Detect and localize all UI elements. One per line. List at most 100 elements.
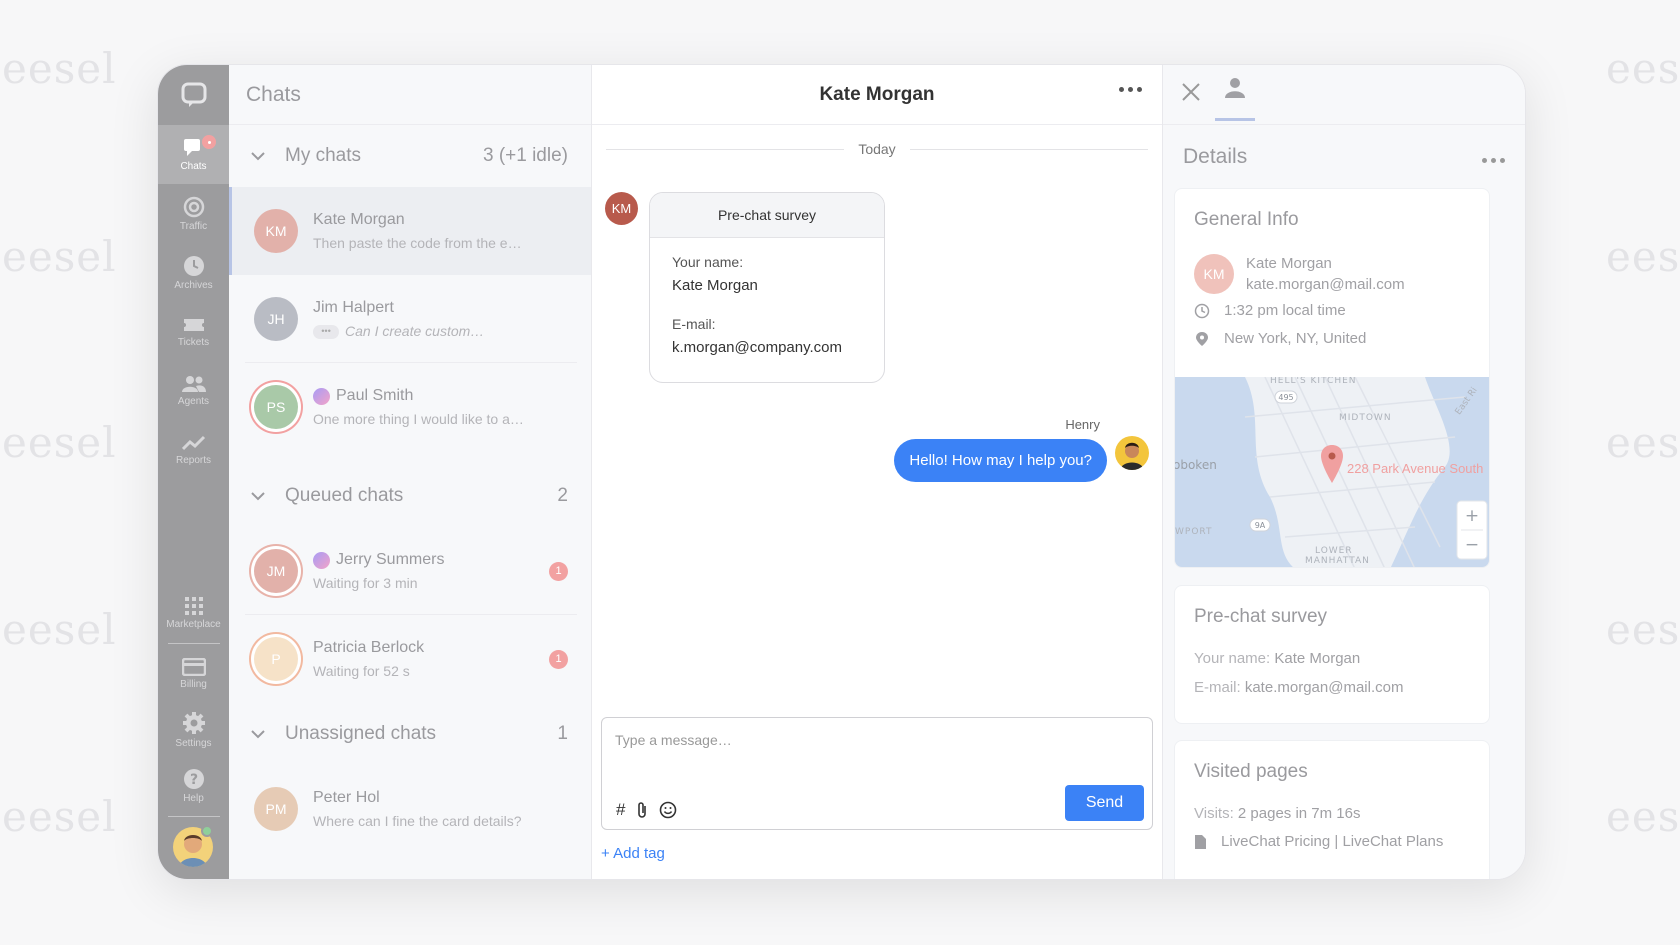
map-zoom-in-button[interactable]: + — [1465, 506, 1479, 526]
ticket-icon — [183, 318, 204, 331]
chat-preview: ••• Can I create custom… — [313, 323, 553, 340]
map-label: 9A — [1255, 521, 1266, 530]
avatar: P — [254, 637, 298, 681]
rail-item-traffic[interactable]: Traffic — [158, 184, 229, 243]
rail-item-archives[interactable]: Archives — [158, 243, 229, 302]
survey-email-value: k.morgan@company.com — [672, 339, 843, 356]
details-panel: Details General Info KM Kate Morgan kate… — [1163, 65, 1525, 879]
online-status-dot — [201, 825, 213, 837]
unread-badge: 1 — [549, 649, 568, 669]
field-value: Kate Morgan — [1274, 650, 1361, 667]
location-map[interactable]: HELL'S KITCHEN MIDTOWN oboken LOWER MANH… — [1175, 377, 1489, 567]
rail-label: Settings — [175, 738, 212, 749]
rail-item-tickets[interactable]: Tickets — [158, 302, 229, 361]
details-header — [1163, 65, 1525, 125]
chat-item-patricia-berlock[interactable]: P Patricia Berlock Waiting for 52 s 1 — [229, 615, 591, 703]
customer-avatar: KM — [1194, 254, 1234, 294]
map-pin-label: 228 Park Avenue South — [1347, 461, 1483, 476]
svg-text:?: ? — [189, 772, 197, 788]
general-info-card: General Info KM Kate Morgan kate.morgan@… — [1174, 188, 1490, 568]
clock-icon — [1194, 303, 1210, 318]
app-window: Chats Traffic Archives Tickets Agents Re… — [157, 64, 1526, 880]
rail-item-settings[interactable]: Settings — [158, 702, 229, 758]
more-options-icon[interactable] — [1119, 87, 1142, 92]
agents-icon — [181, 375, 206, 392]
customer-row: KM Kate Morgan kate.morgan@mail.com — [1175, 254, 1489, 294]
chat-item-peter-hol[interactable]: PM Peter Hol Where can I fine the card d… — [229, 765, 591, 853]
chat-preview: Then paste the code from the e… — [313, 235, 522, 251]
rail-item-billing[interactable]: Billing — [158, 646, 229, 702]
more-options-icon[interactable] — [1482, 158, 1505, 163]
local-time: 1:32 pm local time — [1224, 302, 1346, 319]
survey-name-label: Your name: — [672, 254, 744, 270]
map-zoom-out-button[interactable]: − — [1465, 535, 1479, 555]
hashtag-icon[interactable]: # — [616, 800, 625, 820]
clock-icon — [183, 255, 204, 276]
rail-label: Reports — [175, 454, 211, 466]
send-button[interactable]: Send — [1065, 785, 1144, 821]
field-value: 2 pages in 7m 16s — [1237, 805, 1361, 822]
field-value: kate.morgan@mail.com — [1244, 679, 1404, 696]
local-time-row: 1:32 pm local time — [1175, 302, 1489, 319]
agent-message-bubble: Hello! How may I help you? — [894, 439, 1107, 482]
prechat-email-row: E-mail: kate.morgan@mail.com — [1175, 679, 1489, 696]
rail-label: Agents — [177, 395, 210, 407]
avatar: PM — [254, 787, 298, 831]
chat-name: Kate Morgan — [313, 211, 405, 228]
card-title: Visited pages — [1194, 761, 1308, 782]
rail-item-reports[interactable]: Reports — [158, 420, 229, 479]
message-composer[interactable]: Type a message… # Send — [601, 717, 1153, 830]
chat-preview: Where can I fine the card details? — [313, 813, 522, 829]
rail-item-marketplace[interactable]: Marketplace — [158, 585, 229, 641]
section-my-chats[interactable]: My chats 3 (+1 idle) — [229, 125, 591, 187]
rail-divider — [167, 643, 220, 644]
chat-item-kate-morgan[interactable]: KM Kate Morgan Then paste the code from … — [229, 187, 591, 275]
notification-badge — [200, 133, 218, 151]
reports-icon — [181, 435, 205, 450]
livechat-logo[interactable] — [158, 65, 229, 125]
section-label: Unassigned chats — [285, 723, 437, 744]
emoji-icon[interactable] — [659, 801, 677, 819]
map-label: LOWER — [1315, 546, 1353, 556]
avatar: KM — [254, 209, 298, 253]
customer-name: Kate Morgan — [1246, 255, 1332, 272]
close-icon[interactable] — [1180, 81, 1202, 103]
tab-customer-details[interactable] — [1215, 76, 1255, 121]
chat-name: Jim Halpert — [313, 298, 394, 316]
customer-avatar: KM — [605, 192, 638, 225]
chat-item-jim-halpert[interactable]: JH Jim Halpert ••• Can I create custom… — [229, 275, 591, 363]
section-unassigned-chats[interactable]: Unassigned chats 1 — [229, 703, 591, 765]
details-title: Details — [1183, 145, 1248, 168]
field-label: Visits: — [1194, 805, 1234, 822]
prechat-name-row: Your name: Kate Morgan — [1175, 650, 1489, 667]
visits-row: Visits: 2 pages in 7m 16s — [1175, 805, 1489, 822]
message-input[interactable]: Type a message… — [615, 732, 732, 748]
messenger-icon — [313, 387, 330, 405]
add-tag-link[interactable]: + Add tag — [601, 845, 665, 862]
attachment-icon[interactable] — [636, 801, 648, 819]
chat-preview: Waiting for 3 min — [313, 575, 418, 591]
prechat-survey-details-card: Pre-chat survey Your name: Kate Morgan E… — [1174, 585, 1490, 724]
section-queued-chats[interactable]: Queued chats 2 — [229, 465, 591, 527]
chat-preview: One more thing I would like to a… — [313, 411, 524, 427]
conversation-title: Kate Morgan — [819, 83, 935, 105]
avatar: PS — [254, 385, 298, 429]
panel-title: Chats — [229, 65, 591, 125]
chat-name: Paul Smith — [313, 387, 553, 405]
map-label: HELL'S KITCHEN — [1270, 377, 1357, 386]
section-count: 2 — [557, 485, 568, 506]
rail-label: Help — [183, 793, 204, 804]
map-label: oboken — [1175, 458, 1217, 472]
chat-item-jerry-summers[interactable]: JM Jerry Summers Waiting for 3 min 1 — [229, 527, 591, 615]
rail-item-help[interactable]: ? Help — [158, 758, 229, 814]
grid-icon — [184, 597, 203, 615]
map-label: WPORT — [1175, 527, 1213, 537]
rail-item-chats[interactable]: Chats — [158, 125, 229, 184]
rail-item-agents[interactable]: Agents — [158, 361, 229, 420]
visited-pages-card: Visited pages Visits: 2 pages in 7m 16s … — [1174, 740, 1490, 879]
visited-page-item[interactable]: LiveChat Pricing | LiveChat Plans — [1175, 833, 1489, 850]
card-title: General Info — [1194, 209, 1299, 230]
survey-name-value: Kate Morgan — [672, 277, 758, 294]
section-label: My chats — [285, 145, 362, 166]
chat-item-paul-smith[interactable]: PS Paul Smith One more thing I would lik… — [229, 363, 591, 451]
